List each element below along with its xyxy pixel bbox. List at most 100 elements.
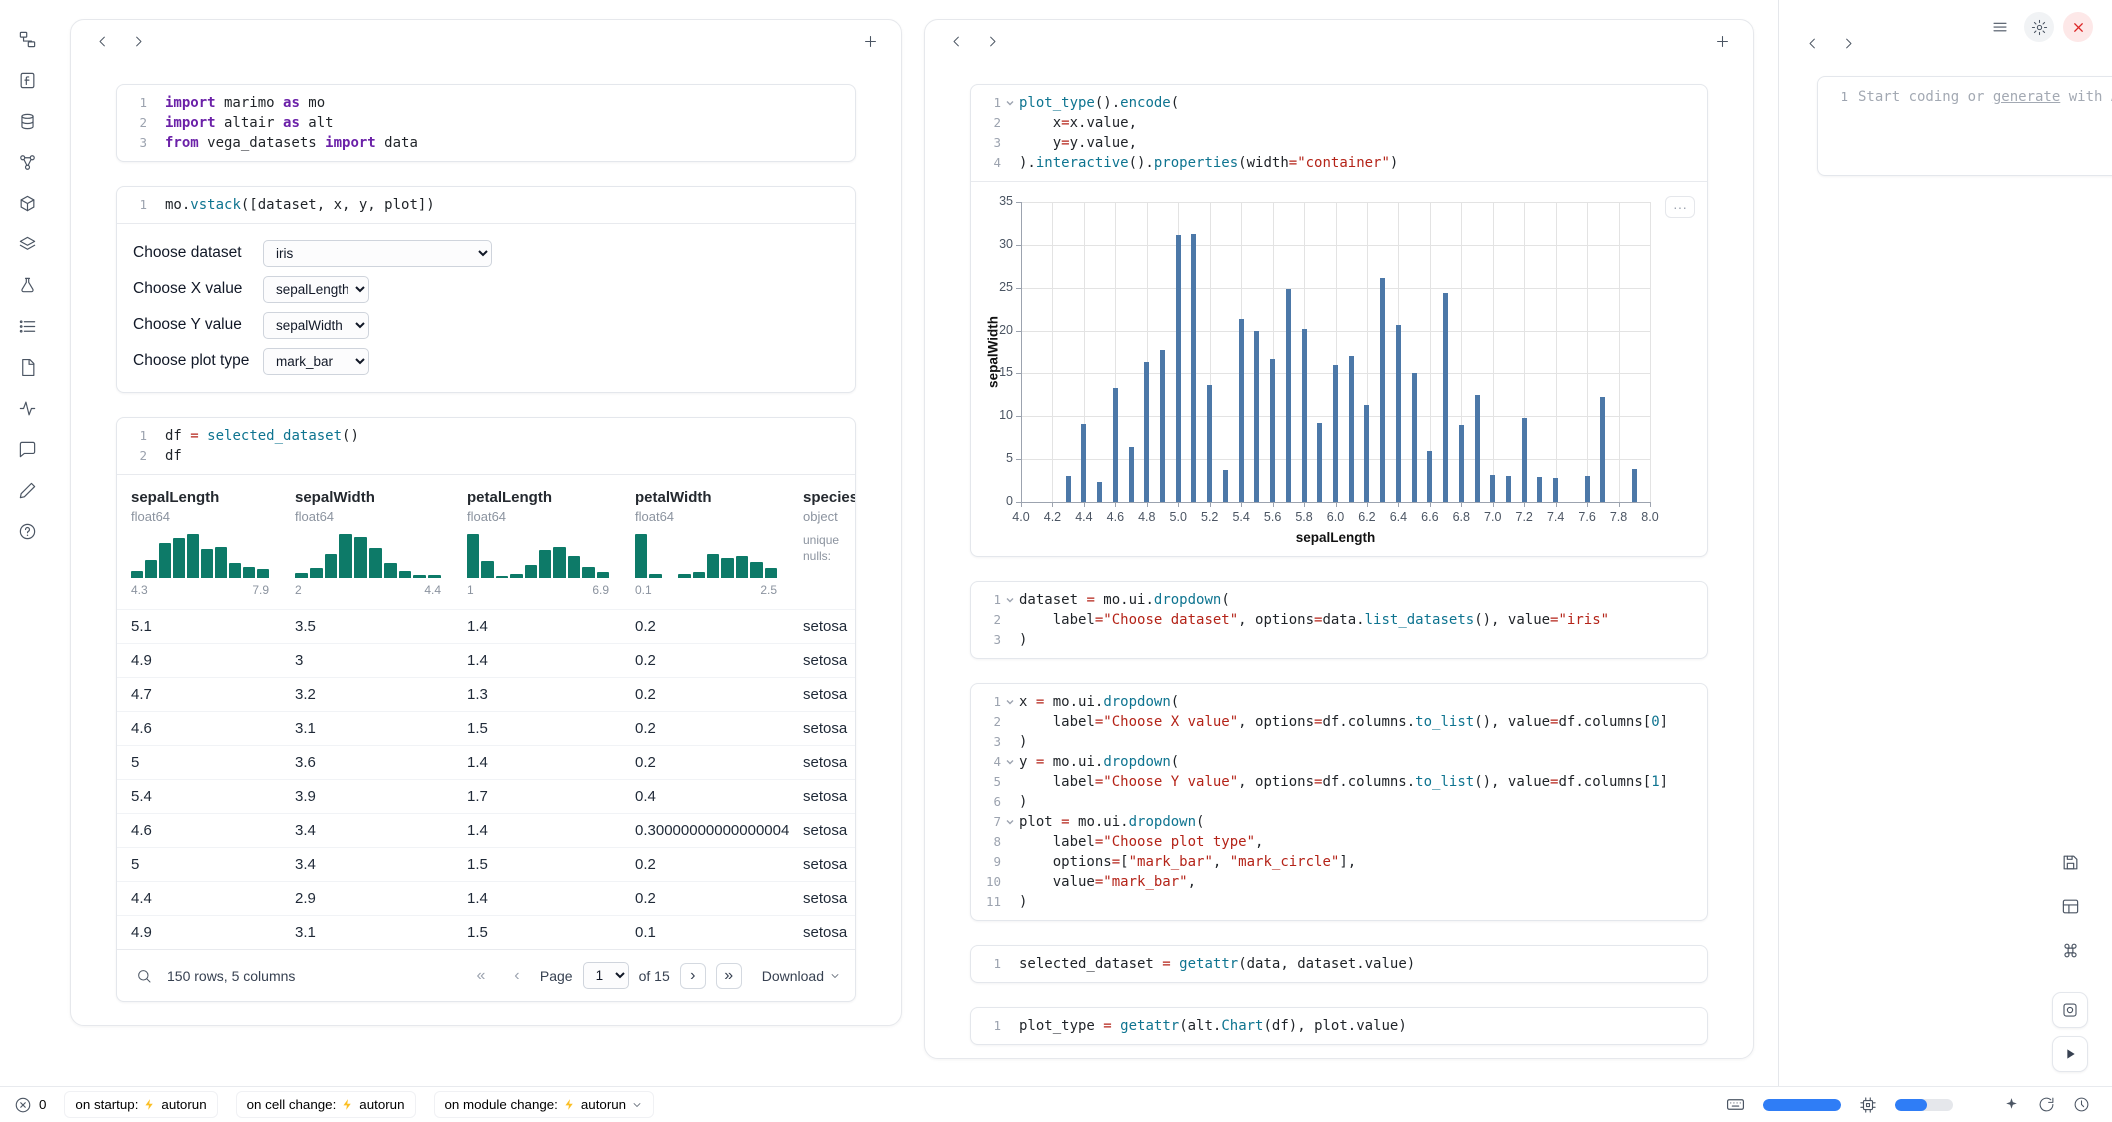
ai-assistant-button[interactable] <box>2003 1096 2020 1113</box>
scroll-prev-button[interactable] <box>943 28 969 54</box>
left-cells-column: 1import marimo as mo2import altair as al… <box>71 62 901 1002</box>
empty-code-cell[interactable]: 1 Start coding or generate with AI <box>1817 76 2112 176</box>
add-cell-button[interactable] <box>857 28 883 54</box>
cell-plot-editor[interactable]: 1plot_type().encode(2 x=x.value,3 y=y.va… <box>971 85 1707 181</box>
packages-button[interactable] <box>14 190 40 216</box>
first-page-button[interactable]: « <box>468 963 494 989</box>
outline-button[interactable] <box>14 313 40 339</box>
table-row[interactable]: 4.931.40.2setosa <box>117 644 855 678</box>
layers-button[interactable] <box>14 231 40 257</box>
scratchpad-button[interactable] <box>14 272 40 298</box>
table-footer: 150 rows, 5 columns«‹Page1of 15›»Downloa… <box>117 949 855 1001</box>
dataset-select-label: Choose dataset <box>133 244 263 262</box>
marimo-file-icon <box>18 71 37 90</box>
fold-toggle-icon[interactable] <box>1001 692 1019 712</box>
cell-vstack-editor[interactable]: 1mo.vstack([dataset, x, y, plot]) <box>117 187 855 223</box>
chevron-left-icon <box>949 34 964 49</box>
dataset-select[interactable]: iris <box>263 240 492 267</box>
fold-toggle-icon[interactable] <box>1001 590 1019 610</box>
close-button[interactable] <box>2063 12 2093 42</box>
y-select[interactable]: sepalWidth <box>263 312 369 339</box>
help-button[interactable] <box>14 518 40 544</box>
menu-button[interactable] <box>1985 12 2015 42</box>
history-button[interactable] <box>2073 1096 2090 1113</box>
table-row[interactable]: 5.13.51.40.2setosa <box>117 610 855 644</box>
cell-df-editor[interactable]: 1df = selected_dataset()2df <box>117 418 855 474</box>
on-startup-chip[interactable]: on startup: autorun <box>64 1091 217 1118</box>
snippets-button[interactable] <box>14 477 40 503</box>
prev-page-button[interactable]: ‹ <box>504 963 530 989</box>
fold-toggle-icon[interactable] <box>1001 812 1019 832</box>
table-row[interactable]: 53.61.40.2setosa <box>117 746 855 780</box>
x-select[interactable]: sepalLength <box>263 276 369 303</box>
cell-selected-dataset: 1selected_dataset = getattr(data, datase… <box>970 945 1708 983</box>
on-module-change-chip[interactable]: on module change: autorun <box>434 1091 655 1118</box>
scroll-next-button[interactable] <box>1835 30 1861 56</box>
table-scroll-area[interactable]: sepalLengthfloat644.37.9sepalWidthfloat6… <box>117 475 855 949</box>
line-number: 1 <box>1818 87 1848 175</box>
cpu-indicator-button[interactable] <box>1859 1096 1877 1114</box>
table-row[interactable]: 4.93.11.50.1setosa <box>117 916 855 950</box>
errors-indicator[interactable]: 0 <box>14 1096 46 1114</box>
column-name: species <box>803 489 855 506</box>
save-button[interactable] <box>2052 844 2088 880</box>
keyboard-shortcuts-button[interactable] <box>2052 932 2088 968</box>
generate-with-ai-link[interactable]: generate <box>1993 89 2060 105</box>
column-header[interactable]: sepalLengthfloat644.37.9 <box>117 475 281 610</box>
on-cell-change-chip[interactable]: on cell change: autorun <box>236 1091 416 1118</box>
next-page-button[interactable]: › <box>680 963 706 989</box>
column-header[interactable]: sepalWidthfloat6424.4 <box>281 475 453 610</box>
column-header[interactable]: petalLengthfloat6416.9 <box>453 475 621 610</box>
settings-button[interactable] <box>2024 12 2054 42</box>
scroll-prev-button[interactable] <box>1799 30 1825 56</box>
last-page-button[interactable]: » <box>716 963 742 989</box>
table-row[interactable]: 4.63.11.50.2setosa <box>117 712 855 746</box>
code-line: 1plot_type = getattr(alt.Chart(df), plot… <box>971 1016 1707 1036</box>
plot-type-select[interactable]: mark_bar <box>263 348 369 375</box>
restart-kernel-button[interactable] <box>2038 1096 2055 1113</box>
chat-button[interactable] <box>14 436 40 462</box>
app-preview-button[interactable] <box>2052 992 2088 1028</box>
table-search-button[interactable] <box>131 963 157 989</box>
table-cell: setosa <box>789 848 855 882</box>
chart-plot-area[interactable]: 4.04.24.44.64.85.05.25.45.65.86.06.26.46… <box>1021 202 1650 502</box>
keyboard-shortcuts-button[interactable] <box>1726 1095 1745 1114</box>
add-cell-button[interactable] <box>1709 28 1735 54</box>
datasources-button[interactable] <box>14 108 40 134</box>
variables-button[interactable] <box>14 149 40 175</box>
layout-panel-button[interactable] <box>2052 888 2088 924</box>
run-button[interactable] <box>2052 1036 2088 1072</box>
cell-xyplot-editor[interactable]: 1x = mo.ui.dropdown(2 label="Choose X va… <box>971 684 1707 920</box>
chart-options-button[interactable]: ··· <box>1665 196 1695 218</box>
table-row[interactable]: 4.42.91.40.2setosa <box>117 882 855 916</box>
fold-toggle-icon[interactable] <box>1001 93 1019 113</box>
file-explorer-button[interactable] <box>14 26 40 52</box>
memory-usage-bar <box>1763 1099 1841 1111</box>
download-button[interactable]: Download <box>762 968 841 984</box>
table-cell: 1.5 <box>453 712 621 746</box>
tracing-button[interactable] <box>14 395 40 421</box>
cell-plot-type-editor[interactable]: 1plot_type = getattr(alt.Chart(df), plot… <box>971 1008 1707 1044</box>
table-row[interactable]: 4.63.41.40.30000000000000004setosa <box>117 814 855 848</box>
table-row[interactable]: 53.41.50.2setosa <box>117 848 855 882</box>
table-row[interactable]: 5.43.91.70.4setosa <box>117 780 855 814</box>
scroll-next-button[interactable] <box>125 28 151 54</box>
scroll-next-button[interactable] <box>979 28 1005 54</box>
cell-imports-editor[interactable]: 1import marimo as mo2import altair as al… <box>117 85 855 161</box>
file-explorer-icon <box>18 30 37 49</box>
fold-toggle-icon[interactable] <box>1001 752 1019 772</box>
column-header[interactable]: petalWidthfloat640.12.5 <box>621 475 789 610</box>
table-cell: setosa <box>789 610 855 644</box>
table-row[interactable]: 4.73.21.30.2setosa <box>117 678 855 712</box>
documentation-button[interactable] <box>14 354 40 380</box>
cell-selected-dataset-editor[interactable]: 1selected_dataset = getattr(data, datase… <box>971 946 1707 982</box>
settings-gear-icon <box>2031 19 2048 36</box>
fold-gutter <box>1001 732 1019 752</box>
column-header[interactable]: speciesobjectuniquenulls: <box>789 475 855 610</box>
scroll-prev-button[interactable] <box>89 28 115 54</box>
cell-dataset-editor[interactable]: 1dataset = mo.ui.dropdown(2 label="Choos… <box>971 582 1707 658</box>
marimo-file-button[interactable] <box>14 67 40 93</box>
table-cell: 4.7 <box>117 678 281 712</box>
page-select[interactable]: 1 <box>583 962 629 989</box>
x-tick-label: 4.6 <box>1107 510 1124 524</box>
